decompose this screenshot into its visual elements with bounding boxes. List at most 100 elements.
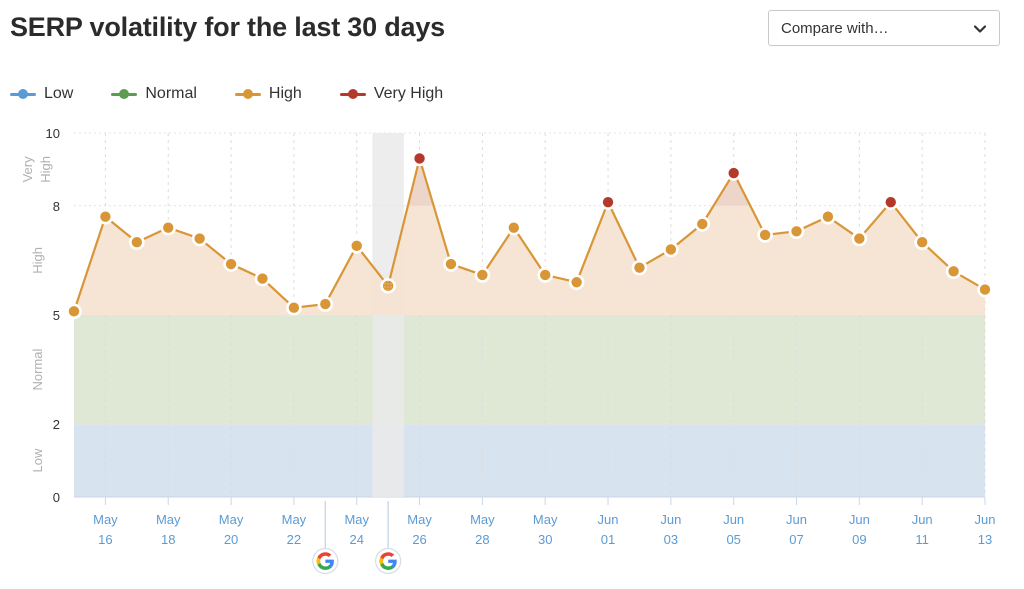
data-point[interactable] (631, 259, 648, 276)
data-point[interactable] (129, 234, 145, 250)
data-point[interactable] (663, 241, 679, 258)
x-tick-label: May (93, 512, 118, 527)
series-area (74, 158, 985, 315)
google-update-marker[interactable] (375, 547, 402, 575)
data-point[interactable] (537, 267, 554, 283)
x-tick-label: 16 (98, 532, 112, 547)
legend-label-high: High (268, 85, 302, 102)
x-tick-label: 13 (978, 532, 992, 547)
chart-svg: 025810 LowNormalHighVery High May16May18M… (20, 126, 995, 575)
data-point[interactable] (254, 270, 271, 287)
volatility-chart[interactable]: 0 2 5 8 10 Low Normal High Very High May 16 May 18 M… (0, 118, 1024, 589)
legend-marker-normal-icon (111, 87, 138, 101)
data-point[interactable] (820, 208, 836, 225)
x-tick-label: Jun (849, 512, 870, 527)
band-label-low: Low (30, 448, 45, 472)
data-point[interactable] (694, 216, 711, 232)
compare-with-label: Compare with… (781, 20, 889, 37)
x-tick-label: May (156, 512, 181, 527)
legend-label-very-high: Very High (373, 85, 444, 102)
legend-item-high[interactable]: High (234, 85, 302, 103)
chart-legend: Low Normal High Very High (10, 80, 481, 108)
x-tick-label: 28 (475, 532, 489, 547)
x-tick-label: 24 (349, 532, 363, 547)
data-point[interactable] (757, 227, 773, 243)
y-tick-label: 2 (53, 417, 60, 432)
serp-volatility-widget: SERP volatility for the last 30 days Com… (0, 0, 1024, 589)
x-tick-label: 03 (664, 532, 678, 547)
x-tick-label: 22 (287, 532, 301, 547)
x-tick-label: 07 (789, 532, 803, 547)
chevron-down-icon (973, 22, 987, 36)
x-tick-label: 30 (538, 532, 552, 547)
data-point[interactable] (66, 303, 82, 320)
legend-item-normal[interactable]: Normal (111, 85, 197, 103)
x-tick-label: May (407, 512, 432, 527)
data-point[interactable] (600, 194, 616, 210)
data-point[interactable] (160, 219, 177, 236)
x-tick-label: Jun (975, 512, 996, 527)
series-area-path (74, 158, 985, 315)
x-tick-label: May (470, 512, 495, 527)
x-tick-label: May (282, 512, 307, 527)
x-tick-label: 01 (601, 532, 615, 547)
google-update-marker[interactable] (312, 547, 339, 575)
data-point[interactable] (97, 208, 114, 225)
data-point[interactable] (223, 256, 239, 272)
data-point[interactable] (505, 219, 522, 236)
y-tick-label: 0 (53, 490, 60, 505)
y-tick-label: 8 (53, 199, 60, 214)
band-labels: LowNormalHighVery High (20, 156, 53, 473)
x-tick-label: 18 (161, 532, 175, 547)
band-label-very-high: High (38, 156, 53, 183)
x-tick-label: Jun (598, 512, 619, 527)
widget-header: SERP volatility for the last 30 days Com… (0, 0, 1024, 62)
legend-item-low[interactable]: Low (10, 85, 73, 103)
data-point[interactable] (411, 150, 428, 167)
legend-label-normal: Normal (145, 85, 197, 102)
plot-band-low (74, 424, 985, 497)
data-point[interactable] (474, 267, 491, 283)
legend-item-very-high[interactable]: Very High (339, 85, 444, 103)
legend-marker-very-high-icon (339, 87, 366, 101)
page-title: SERP volatility for the last 30 days (10, 12, 445, 42)
data-point-estimated[interactable] (380, 278, 396, 294)
x-tick-label: May (219, 512, 244, 527)
data-point[interactable] (191, 230, 208, 247)
y-tick-label: 5 (53, 308, 60, 323)
x-tick-label: 05 (726, 532, 740, 547)
legend-marker-low-icon (10, 87, 36, 101)
data-point[interactable] (568, 274, 585, 291)
band-label-high: High (30, 247, 45, 274)
data-point[interactable] (725, 165, 742, 181)
data-point[interactable] (317, 296, 334, 312)
x-tick-label: Jun (786, 512, 807, 527)
data-point[interactable] (914, 234, 930, 250)
data-point[interactable] (286, 299, 302, 316)
data-point[interactable] (443, 256, 459, 272)
x-tick-label: May (344, 512, 369, 527)
x-tick-label: 26 (412, 532, 426, 547)
data-point[interactable] (348, 238, 365, 254)
x-axis: May 16 May 18 May 20 May 22 May 24 May 26 May 28 May 30… (93, 497, 995, 547)
x-tick-label: Jun (723, 512, 744, 527)
x-tick-label: Jun (912, 512, 933, 527)
plot-band-normal (74, 315, 985, 425)
x-tick-label: 09 (852, 532, 866, 547)
data-point[interactable] (788, 223, 805, 240)
x-tick-label: 11 (915, 532, 929, 547)
x-tick-label: Jun (660, 512, 681, 527)
x-tick-label: May (533, 512, 558, 527)
band-label-very-high: Very (20, 156, 35, 183)
data-point[interactable] (977, 281, 993, 298)
band-label-normal: Normal (30, 349, 45, 391)
plot-bands (74, 315, 985, 497)
y-tick-label: 10 (46, 126, 60, 141)
x-tick-label: 20 (224, 532, 238, 547)
data-point[interactable] (851, 230, 868, 247)
data-point[interactable] (882, 194, 899, 210)
legend-marker-high-icon (234, 87, 261, 101)
legend-label-low: Low (44, 85, 74, 102)
compare-with-select[interactable]: Compare with… (768, 10, 1000, 46)
data-point[interactable] (945, 263, 962, 280)
